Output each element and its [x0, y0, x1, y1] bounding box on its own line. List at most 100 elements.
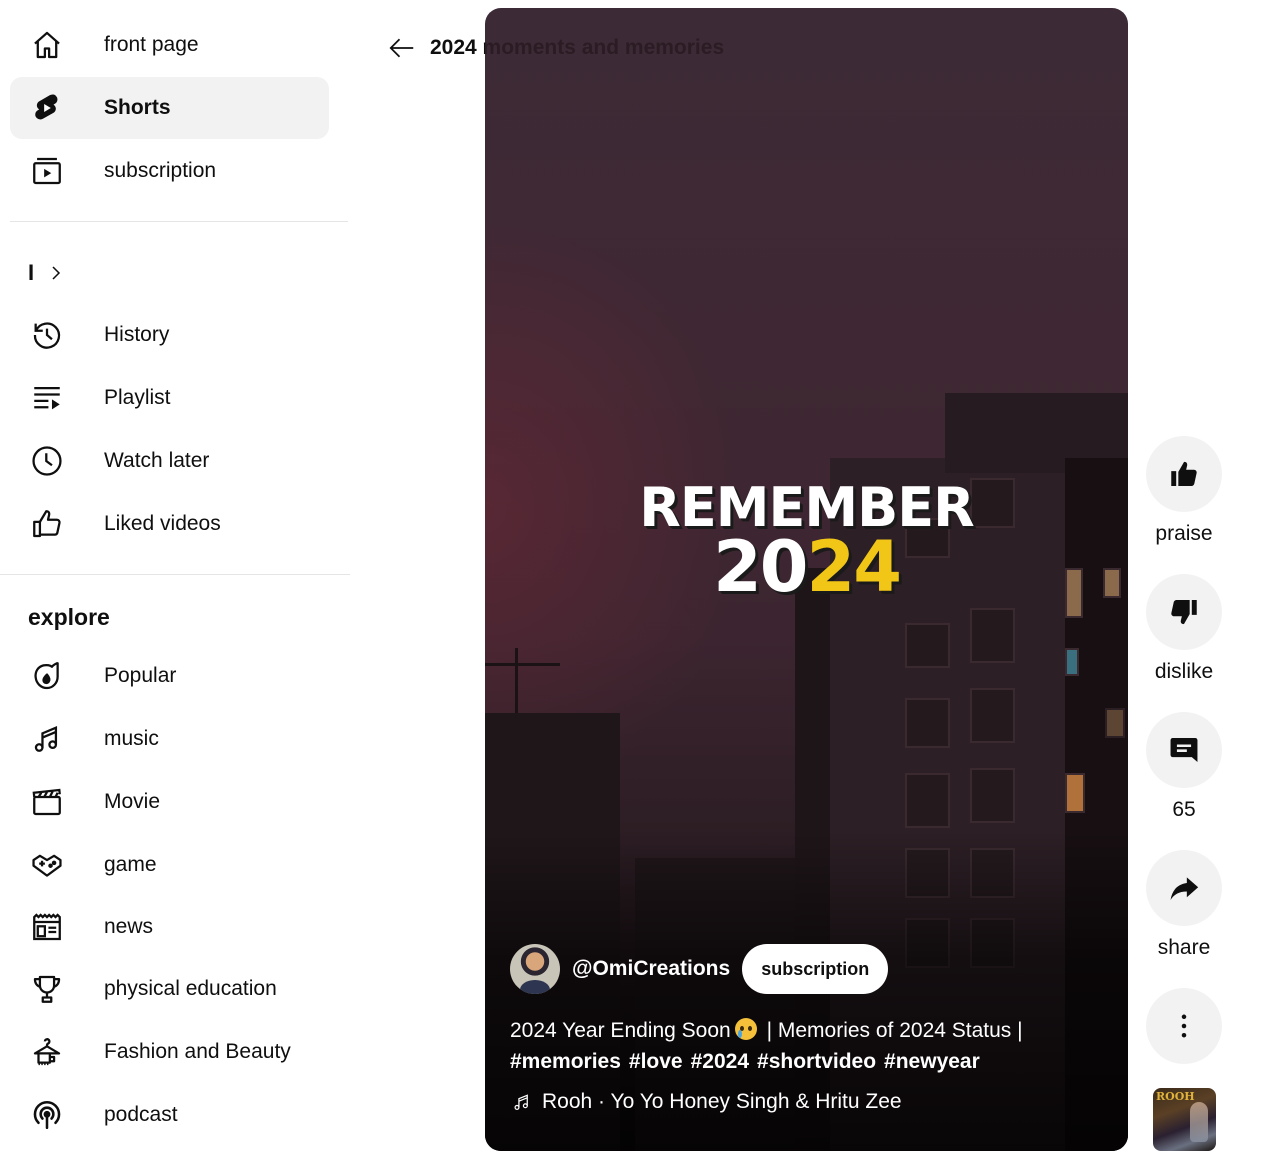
gamepad-icon	[29, 847, 65, 883]
sound-thumb-title: ROOH	[1156, 1090, 1195, 1103]
music-note-icon	[514, 1094, 528, 1110]
window	[970, 608, 1015, 663]
hashtag-link[interactable]: #2024	[691, 1050, 749, 1073]
hashtag-link[interactable]: #shortvideo	[757, 1050, 876, 1073]
sound-thumb-figure	[1190, 1102, 1208, 1142]
sidebar-item-label: music	[104, 727, 159, 750]
sidebar-item-label: news	[104, 915, 154, 938]
thumbs-up-icon	[29, 506, 65, 542]
sidebar-item-movie[interactable]: Movie	[10, 771, 329, 833]
thumbs-up-filled-icon	[1171, 461, 1197, 487]
thumbs-down-filled-icon	[1171, 599, 1197, 625]
sidebar-item-fashion-beauty[interactable]: Fashion and Beauty	[10, 1021, 329, 1083]
like-action: praise	[1146, 436, 1222, 546]
sidebar-item-label: game	[104, 853, 157, 876]
year-part-yellow: 24	[806, 526, 902, 608]
hashtag-link[interactable]: #memories	[510, 1050, 621, 1073]
sidebar-item-music[interactable]: music	[10, 708, 329, 770]
sidebar-item-sports[interactable]: physical education	[10, 958, 329, 1020]
lit-window	[1065, 648, 1079, 676]
sidebar-you-section[interactable]: I	[28, 258, 64, 288]
crane-jib	[485, 663, 560, 666]
sidebar-item-label: front page	[104, 33, 199, 56]
sidebar-item-history[interactable]: History	[10, 304, 329, 366]
sidebar-item-label: physical education	[104, 977, 277, 1000]
clapperboard-icon	[29, 784, 65, 820]
channel-avatar[interactable]	[510, 944, 560, 994]
music-track-text: Rooh · Yo Yo Honey Singh & Hritu Zee	[542, 1090, 902, 1113]
window	[970, 768, 1015, 823]
window	[905, 698, 950, 748]
music-icon	[29, 721, 65, 757]
share-button[interactable]	[1146, 850, 1222, 926]
sidebar-item-playlist[interactable]: Playlist	[10, 367, 329, 429]
share-arrow-icon	[1170, 877, 1199, 901]
channel-handle[interactable]: @OmiCreations	[572, 957, 730, 981]
chevron-right-icon	[52, 266, 61, 280]
sidebar-item-news[interactable]: news	[10, 896, 329, 958]
sidebar-item-label: Fashion and Beauty	[104, 1040, 291, 1063]
trophy-icon	[29, 971, 65, 1007]
hashtag-link[interactable]: #love	[629, 1050, 683, 1073]
comments-count: 65	[1172, 798, 1196, 821]
like-button[interactable]	[1146, 436, 1222, 512]
playlist-icon	[29, 380, 65, 416]
window	[905, 773, 950, 828]
back-button[interactable]	[384, 30, 420, 66]
share-label: share	[1157, 936, 1211, 959]
shorts-icon	[29, 90, 65, 126]
sidebar-item-game[interactable]: game	[10, 834, 329, 896]
caption-text: 2024 Year Ending Soon	[510, 1019, 731, 1042]
you-section-label: I	[28, 260, 35, 285]
sidebar-divider	[0, 574, 350, 575]
sidebar-item-label: History	[104, 323, 170, 346]
comment-icon	[1170, 737, 1198, 763]
sidebar: front page Shorts subscription I History…	[0, 0, 350, 1160]
comments-action: 65	[1146, 712, 1222, 822]
music-link[interactable]: Rooh · Yo Yo Honey Singh & Hritu Zee	[512, 1090, 902, 1114]
subscribe-button[interactable]: subscription	[742, 944, 889, 994]
hanger-icon	[29, 1034, 65, 1070]
hashtag-link[interactable]: #newyear	[884, 1050, 980, 1073]
history-icon	[29, 317, 65, 353]
sidebar-item-label: Movie	[104, 790, 161, 813]
crane-mast	[515, 648, 518, 718]
dislike-action: dislike	[1146, 574, 1222, 684]
comments-button[interactable]	[1146, 712, 1222, 788]
year-part-white: 20	[713, 526, 808, 608]
sidebar-item-label: podcast	[104, 1103, 178, 1126]
sidebar-item-label: Playlist	[104, 386, 171, 409]
arrow-left-icon	[389, 38, 414, 58]
sidebar-item-home[interactable]: front page	[10, 14, 329, 76]
hashtag-list: #memories #love #2024 #shortvideo #newyear	[510, 1046, 1110, 1077]
more-action	[1146, 988, 1222, 1064]
dislike-label: dislike	[1154, 660, 1214, 683]
video-overlay-year: 2024	[485, 526, 1128, 608]
sound-thumbnail[interactable]: ROOH	[1153, 1088, 1216, 1151]
explore-section-title: explore	[28, 604, 110, 630]
sidebar-divider	[10, 221, 348, 222]
lit-window	[1065, 773, 1085, 813]
share-action: share	[1146, 850, 1222, 960]
sidebar-item-podcast[interactable]: podcast	[10, 1084, 329, 1146]
caption-text: | Memories of 2024 Status |	[766, 1019, 1023, 1042]
shorts-video-player[interactable]: 2024 moments and memories REMEMBER 2024 …	[485, 8, 1128, 1151]
sidebar-item-label: Popular	[104, 664, 177, 687]
podcast-icon	[29, 1097, 65, 1133]
sidebar-item-shorts[interactable]: Shorts	[10, 77, 329, 139]
watch-later-icon	[29, 443, 65, 479]
lit-window	[1105, 708, 1125, 738]
more-vertical-icon	[1181, 1014, 1187, 1038]
subscriptions-icon	[29, 153, 65, 189]
sidebar-item-liked-videos[interactable]: Liked videos	[10, 493, 329, 555]
sidebar-item-popular[interactable]: Popular	[10, 645, 329, 707]
sidebar-item-watch-later[interactable]: Watch later	[10, 430, 329, 492]
sidebar-item-label: Watch later	[104, 449, 210, 472]
dislike-button[interactable]	[1146, 574, 1222, 650]
crying-face-emoji	[734, 1018, 757, 1040]
more-options-button[interactable]	[1146, 988, 1222, 1064]
sidebar-item-label: Shorts	[104, 96, 171, 119]
sidebar-item-subscriptions[interactable]: subscription	[10, 140, 329, 202]
channel-row: @OmiCreations subscription	[510, 943, 889, 995]
window	[970, 688, 1015, 743]
